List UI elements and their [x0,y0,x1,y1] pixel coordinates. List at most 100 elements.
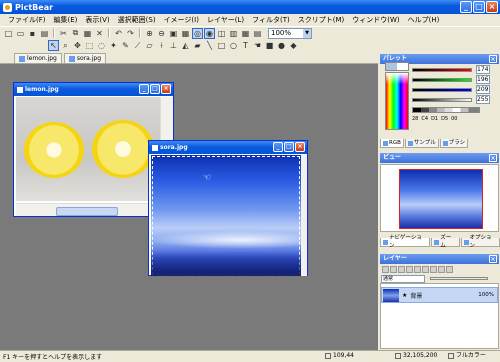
layer-props-icon[interactable] [430,266,437,273]
tab-sample[interactable]: サンプル [404,139,439,148]
visibility-icon[interactable]: ★ [402,292,407,299]
red-slider[interactable] [412,68,472,72]
navigator-preview[interactable] [380,164,499,232]
doc-close-button[interactable]: × [161,84,171,94]
duplicate-layer-icon[interactable] [390,266,397,273]
text-tool-icon[interactable]: T [240,40,251,51]
cascade-icon[interactable]: ▤ [252,28,263,39]
layer-down-icon[interactable] [422,266,429,273]
menu-select[interactable]: 選択範囲(S) [114,15,160,25]
panel-close-icon[interactable]: × [489,154,497,162]
zoom-in-icon[interactable]: ⊕ [144,28,155,39]
gradient-icon[interactable]: ▰ [192,40,203,51]
hand-icon[interactable]: ☚ [252,40,263,51]
layer-lock-icon[interactable] [446,266,453,273]
maximize-button[interactable]: □ [473,1,485,13]
layer-row[interactable]: ★ 背景 100% [381,287,498,303]
tab-rgb[interactable]: RGB [380,139,404,148]
paste-icon[interactable]: ▦ [82,28,93,39]
panel-close-icon[interactable]: × [489,255,497,263]
eraser-icon[interactable]: ▱ [144,40,155,51]
alpha-slider[interactable] [412,98,472,102]
menu-edit[interactable]: 編集(E) [50,15,82,25]
fg-bg-swatch[interactable] [385,62,409,71]
alpha-value[interactable]: 255 [476,95,490,104]
doc-maximize-button[interactable]: □ [150,84,160,94]
menu-script[interactable]: スクリプト(M) [294,15,349,25]
menu-layer[interactable]: レイヤー(L) [203,15,248,25]
menu-help[interactable]: ヘルプ(H) [404,15,444,25]
document-window-sora[interactable]: sora.jpg _ □ × ☜ [148,140,308,276]
redo-icon[interactable]: ↷ [125,28,136,39]
copy-icon[interactable]: ⧉ [70,28,81,39]
lasso-icon[interactable]: ◌ [96,40,107,51]
sky-image[interactable]: ☜ [151,155,301,276]
image-icon[interactable]: ▣ [168,28,179,39]
brush-icon[interactable]: ⟋ [132,40,143,51]
magic-wand-icon[interactable]: ✦ [108,40,119,51]
blend-mode-select[interactable]: 通常 [381,275,425,283]
blue-value[interactable]: 209 [476,85,490,94]
green-slider[interactable] [412,78,472,82]
open-folder-icon[interactable]: ▭ [15,28,26,39]
color-spectrum[interactable] [385,72,409,130]
menu-window[interactable]: ウィンドウ(W) [348,15,403,25]
green-value[interactable]: 196 [476,75,490,84]
zoom-tool-icon[interactable]: ⌕ [60,40,71,51]
red-value[interactable]: 174 [476,65,490,74]
target2-icon[interactable]: ◉ [204,27,215,39]
pen-icon[interactable]: ✎ [120,40,131,51]
doc-minimize-button[interactable]: _ [273,142,283,152]
tile-icon[interactable]: ▦ [240,28,251,39]
menu-file[interactable]: ファイル(F) [4,15,50,25]
gray-swatches[interactable] [412,107,480,113]
polygon-icon[interactable]: ◆ [288,40,299,51]
stamp-icon[interactable]: ⊥ [168,40,179,51]
ellipse-icon[interactable]: ○ [228,40,239,51]
pointer-tool-icon[interactable]: ↖ [48,40,59,51]
target-icon[interactable]: ◎ [192,27,203,39]
zoom-select[interactable]: 100% [268,27,312,39]
cut-icon[interactable]: ✂ [58,28,69,39]
document-titlebar[interactable]: sora.jpg _ □ × [149,141,307,154]
blue-slider[interactable] [412,88,472,92]
layer-up-icon[interactable] [414,266,421,273]
delete-layer-icon[interactable] [398,266,405,273]
close-button[interactable]: × [486,1,498,13]
tab-lemon[interactable]: lemon.jpg [14,53,62,63]
menu-filter[interactable]: フィルタ(T) [248,15,294,25]
save-icon[interactable]: ▪ [27,28,38,39]
filled-ellipse-icon[interactable]: ● [276,40,287,51]
new-file-icon[interactable]: □ [3,28,14,39]
delete-icon[interactable]: ✕ [94,28,105,39]
rectangle-icon[interactable]: □ [216,40,227,51]
minimize-button[interactable]: _ [460,1,472,13]
undo-icon[interactable]: ↶ [113,28,124,39]
vertical-scrollbar[interactable] [301,155,307,276]
zoom-out-icon[interactable]: ⊖ [156,28,167,39]
window-icon[interactable]: ◫ [216,28,227,39]
menu-image[interactable]: イメージ(I) [160,15,203,25]
document-titlebar[interactable]: lemon.jpg _ □ × [14,83,173,96]
new-layer-icon[interactable] [382,266,389,273]
panel-close-icon[interactable]: × [489,55,497,63]
eyedropper-icon[interactable]: ⟊ [156,40,167,51]
menu-view[interactable]: 表示(V) [81,15,113,25]
tab-navigation[interactable]: ナビゲーション [380,235,431,249]
panel-icon[interactable]: ▥ [228,28,239,39]
print-icon[interactable]: ▤ [39,28,50,39]
rect-select-icon[interactable]: ⬚ [84,40,95,51]
tab-sora[interactable]: sora.jpg [63,53,107,63]
tab-options[interactable]: オプション [460,235,500,249]
line-icon[interactable]: ╲ [204,40,215,51]
doc-maximize-button[interactable]: □ [284,142,294,152]
move-tool-icon[interactable]: ✥ [72,40,83,51]
doc-minimize-button[interactable]: _ [139,84,149,94]
filled-rect-icon[interactable]: ■ [264,40,275,51]
layer-mask-icon[interactable] [438,266,445,273]
doc-close-button[interactable]: × [295,142,305,152]
opacity-slider[interactable] [430,277,488,280]
grid-icon[interactable]: ▦ [180,28,191,39]
tab-brush[interactable]: ブラシ [439,139,469,148]
tab-zoom[interactable]: ズーム [431,235,460,249]
